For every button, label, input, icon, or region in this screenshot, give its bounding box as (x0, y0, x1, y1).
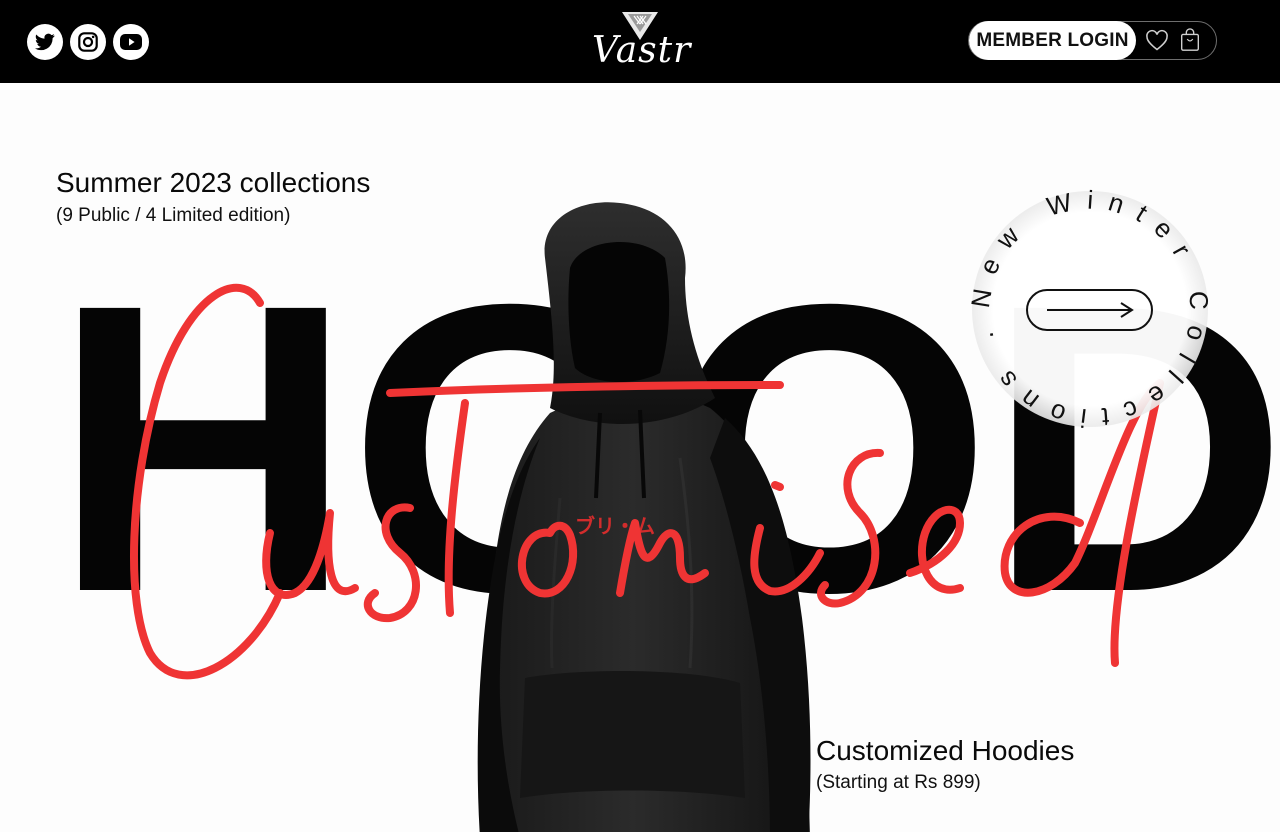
twitter-icon (35, 33, 55, 51)
new-winter-collections-badge[interactable]: New Winter Collections . (964, 183, 1216, 435)
hoodie-model-image: ブリ・ム (477, 202, 811, 832)
hero-section: HOODIES ブリ・ム (0, 83, 1280, 832)
top-navigation-bar: Vastr MEMBER LOGIN (0, 0, 1280, 83)
twitter-link[interactable] (27, 24, 63, 60)
member-login-button[interactable]: MEMBER LOGIN (969, 21, 1136, 60)
brand-name: Vastr (592, 30, 692, 71)
youtube-link[interactable] (113, 24, 149, 60)
brand-logo[interactable]: Vastr (592, 8, 692, 74)
arrow-right-icon (1046, 302, 1134, 318)
collection-title: Summer 2023 collections (56, 167, 371, 198)
wishlist-heart-icon[interactable] (1145, 29, 1169, 53)
social-links (27, 24, 149, 60)
collection-count: (9 Public / 4 Limited edition) (56, 205, 291, 226)
instagram-link[interactable] (70, 24, 106, 60)
explore-arrow-button[interactable] (1026, 289, 1153, 331)
svg-text:ブリ・ム: ブリ・ム (575, 514, 655, 538)
product-title[interactable]: Customized Hoodies (816, 735, 1074, 767)
account-controls: MEMBER LOGIN (968, 21, 1217, 60)
shopping-bag-icon[interactable] (1178, 28, 1202, 52)
instagram-icon (78, 32, 98, 52)
youtube-icon (120, 34, 142, 50)
product-price: (Starting at Rs 899) (816, 772, 981, 793)
